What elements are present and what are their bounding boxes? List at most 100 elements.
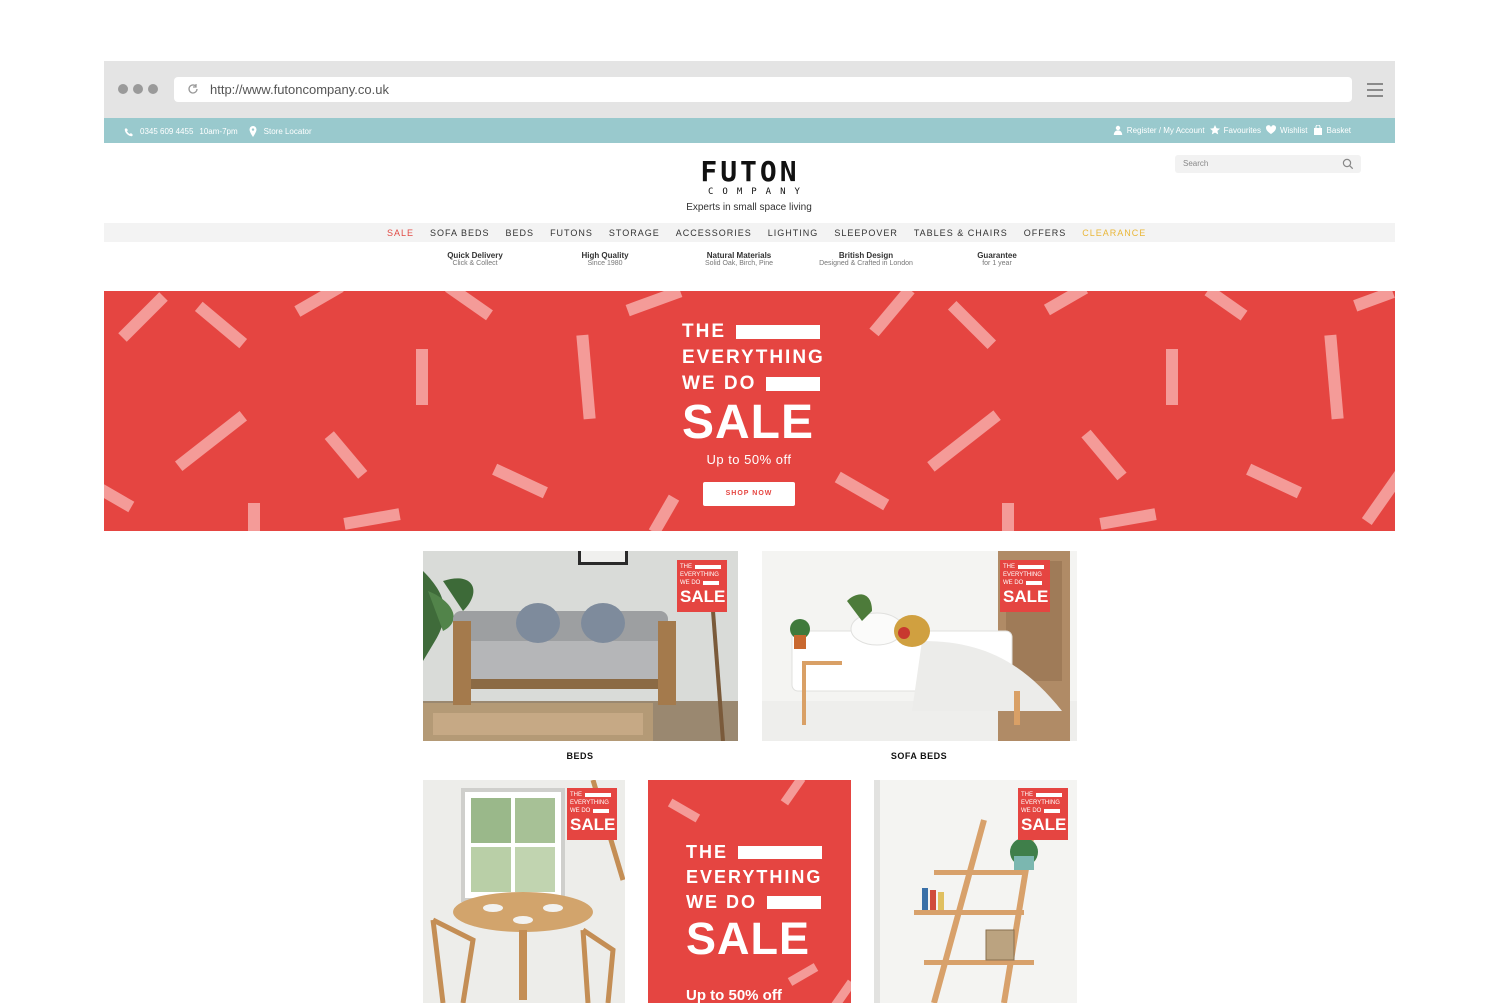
sale-card-subtitle: Up to 50% off xyxy=(686,987,782,1003)
confetti-decoration xyxy=(1353,291,1395,312)
hero-banner[interactable]: THE EVERYTHING WE DO SALE Up to 50% off … xyxy=(104,291,1395,531)
account-link[interactable]: Register / My Account xyxy=(1113,125,1205,135)
favourites-link[interactable]: Favourites xyxy=(1209,125,1261,135)
confetti-decoration xyxy=(492,463,548,499)
nav-item-sleepover[interactable]: SLEEPOVER xyxy=(834,228,898,238)
site-logo[interactable]: FUTON COMPANY xyxy=(700,157,800,198)
badge-bar xyxy=(695,565,721,569)
confetti-decoration xyxy=(1081,429,1127,481)
window-control-dot[interactable] xyxy=(133,84,143,94)
phone-number[interactable]: 0345 609 4455 xyxy=(140,127,193,136)
sale-card-line-3: WE DO xyxy=(686,892,757,912)
nav-item-tables-chairs[interactable]: TABLES & CHAIRS xyxy=(914,228,1008,238)
usp-subtitle: Designed & Crafted in London xyxy=(819,260,913,267)
badge-line-2: EVERYTHING xyxy=(570,800,609,806)
star-icon xyxy=(1209,125,1220,135)
confetti-decoration xyxy=(787,963,819,986)
shopping-bag-icon xyxy=(1313,125,1322,135)
window-control-dot[interactable] xyxy=(118,84,128,94)
badge-line: WE DO xyxy=(1003,579,1047,587)
nav-item-clearance[interactable]: CLEARANCE xyxy=(1082,228,1146,238)
sale-card-line: EVERYTHING xyxy=(686,865,826,890)
nav-item-beds[interactable]: BEDS xyxy=(506,228,535,238)
nav-item-sale[interactable]: SALE xyxy=(387,228,414,238)
confetti-decoration xyxy=(625,291,683,317)
hero-line-3: WE DO xyxy=(682,373,757,394)
hero-line-1: THE xyxy=(682,321,726,342)
browser-menu-icon[interactable] xyxy=(1367,83,1383,97)
sofa-beds-tile[interactable]: THE EVERYTHING WE DO SALE xyxy=(762,551,1077,741)
badge-bar xyxy=(593,809,610,813)
nav-item-lighting[interactable]: LIGHTING xyxy=(768,228,819,238)
badge-line-3: WE DO xyxy=(1021,808,1042,814)
confetti-decoration xyxy=(294,291,344,317)
confetti-decoration xyxy=(174,411,248,471)
confetti-decoration xyxy=(1246,463,1302,499)
sale-card-headline: THE EVERYTHING WE DO SALE xyxy=(686,840,826,963)
search-icon[interactable] xyxy=(1342,158,1354,170)
shop-now-button[interactable]: SHOP NOW xyxy=(703,482,795,506)
badge-sale: SALE xyxy=(1003,587,1049,606)
sale-promo-card[interactable]: THE EVERYTHING WE DO SALE Up to 50% off xyxy=(648,780,851,1003)
confetti-decoration xyxy=(830,979,851,1003)
search-input[interactable]: Search xyxy=(1175,155,1361,173)
nav-item-futons[interactable]: FUTONS xyxy=(550,228,593,238)
wishlist-link[interactable]: Wishlist xyxy=(1265,125,1308,135)
user-icon xyxy=(1113,125,1122,135)
confetti-decoration xyxy=(1166,349,1178,405)
nav-item-offers[interactable]: OFFERS xyxy=(1024,228,1067,238)
beds-caption[interactable]: BEDS xyxy=(540,751,620,761)
confetti-decoration xyxy=(1099,508,1157,530)
badge-line-2: EVERYTHING xyxy=(1021,800,1060,806)
opening-hours: 10am-7pm xyxy=(199,127,238,136)
address-bar[interactable]: http://www.futoncompany.co.uk xyxy=(174,77,1352,102)
beds-tile[interactable]: THE EVERYTHING WE DO SALE xyxy=(423,551,738,741)
badge-line: WE DO xyxy=(1021,807,1065,815)
hero-line-2: EVERYTHING xyxy=(682,347,825,368)
badge-bar xyxy=(703,581,720,585)
phone-icon xyxy=(124,127,133,136)
store-locator-link[interactable]: Store Locator xyxy=(264,127,312,136)
confetti-decoration xyxy=(927,410,1001,472)
tables-chairs-tile[interactable]: THE EVERYTHING WE DO SALE xyxy=(423,780,625,1003)
usp-item: British Design Designed & Crafted in Lon… xyxy=(796,251,936,268)
confetti-decoration xyxy=(834,471,890,511)
basket-link[interactable]: Basket xyxy=(1313,125,1351,135)
hero-subtitle: Up to 50% off xyxy=(706,452,792,467)
usp-title: High Quality xyxy=(581,251,629,260)
window-control-dot[interactable] xyxy=(148,84,158,94)
nav-item-accessories[interactable]: ACCESSORIES xyxy=(676,228,752,238)
sale-card-line-2: EVERYTHING xyxy=(686,867,823,887)
badge-line-3: WE DO xyxy=(1003,580,1024,586)
confetti-decoration xyxy=(194,301,248,349)
badge-line: THE xyxy=(1021,791,1065,799)
usp-subtitle: Since 1980 xyxy=(587,260,623,267)
usp-item: High Quality Since 1980 xyxy=(535,251,675,268)
usp-subtitle: Solid Oak, Birch, Pine xyxy=(704,260,774,267)
reload-icon[interactable] xyxy=(186,82,200,96)
sale-card-line: THE xyxy=(686,840,826,865)
hero-sale-word: SALE xyxy=(682,396,815,449)
sofa-beds-caption[interactable]: SOFA BEDS xyxy=(879,751,959,761)
usp-subtitle: for 1 year xyxy=(982,260,1012,267)
badge-line: WE DO xyxy=(680,579,724,587)
badge-line-1: THE xyxy=(1021,792,1033,798)
confetti-decoration xyxy=(1204,291,1248,321)
search-placeholder: Search xyxy=(1183,159,1209,168)
basket-label: Basket xyxy=(1326,125,1351,135)
storage-tile[interactable]: THE EVERYTHING WE DO SALE xyxy=(874,780,1077,1003)
sale-card-line: WE DO xyxy=(686,890,826,915)
usp-item: Quick Delivery Click & Collect xyxy=(405,251,545,268)
browser-chrome: http://www.futoncompany.co.uk xyxy=(104,61,1395,118)
badge-bar xyxy=(1026,581,1043,585)
badge-bar xyxy=(1044,809,1061,813)
confetti-decoration xyxy=(869,291,915,337)
confetti-decoration xyxy=(1324,334,1344,420)
badge-line: THE xyxy=(1003,563,1047,571)
nav-item-storage[interactable]: STORAGE xyxy=(609,228,660,238)
nav-item-sofa-beds[interactable]: SOFA BEDS xyxy=(430,228,490,238)
url-text[interactable]: http://www.futoncompany.co.uk xyxy=(210,82,389,97)
badge-sale: SALE xyxy=(680,587,726,606)
favourites-label: Favourites xyxy=(1223,125,1261,135)
hero-headline: THE EVERYTHING WE DO SALE xyxy=(682,319,825,449)
